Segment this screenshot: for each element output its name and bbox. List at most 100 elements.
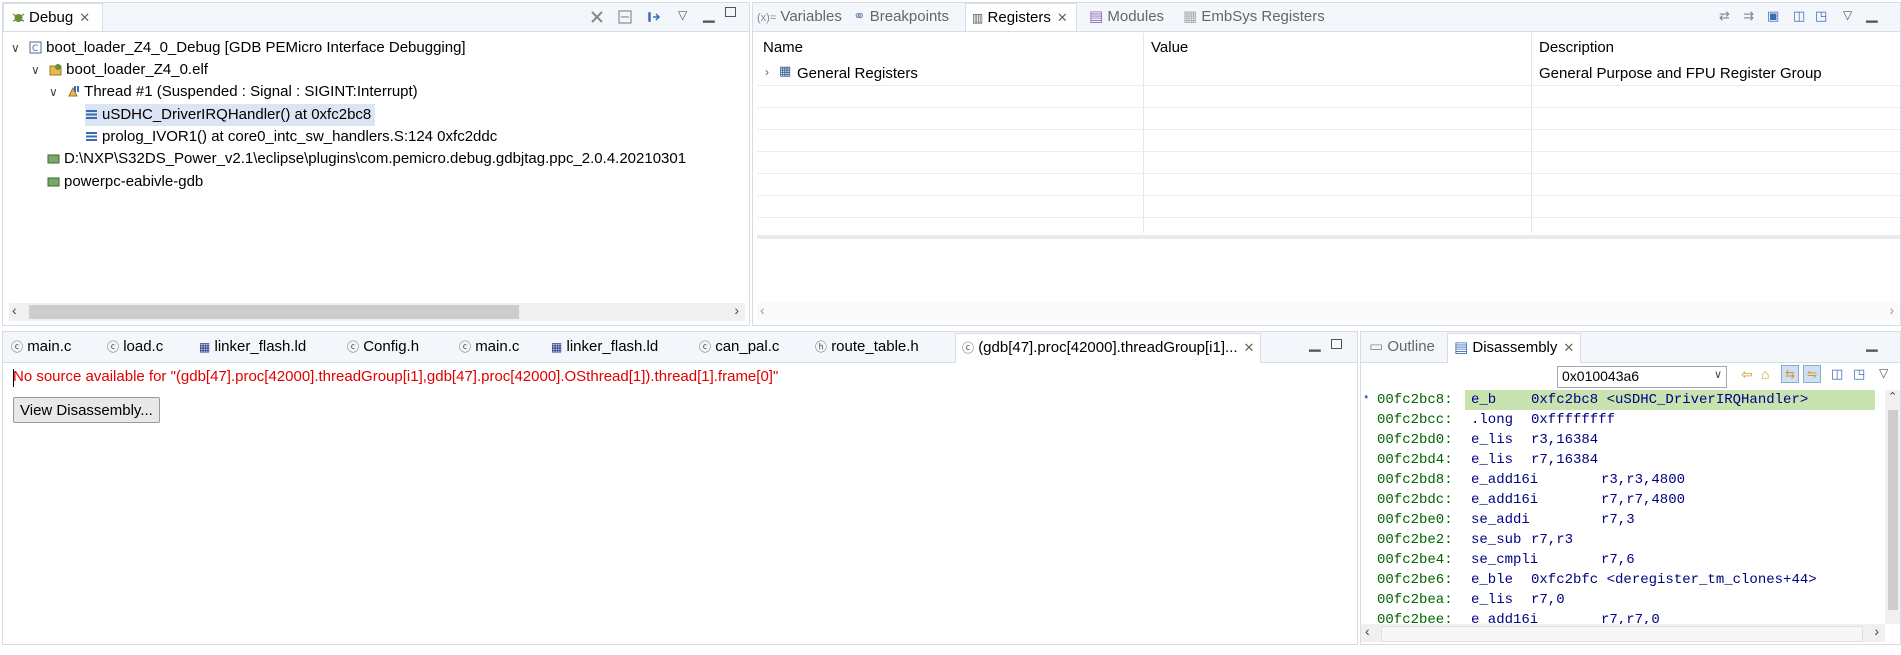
registers-icon: ▥ — [972, 11, 984, 25]
tree-item-gdb[interactable]: powerpc-eabivle-gdb — [47, 171, 203, 193]
instruction-mnemonic: se_addi — [1471, 512, 1530, 528]
column-header-value[interactable]: Value — [1151, 39, 1188, 56]
registers-hscrollbar[interactable]: ‹ › — [757, 302, 1900, 321]
disassembly-icon: ▤ — [1454, 339, 1469, 356]
scroll-right-icon[interactable]: › — [734, 302, 739, 318]
tab-disassembly[interactable]: ▤ Disassembly ✕ — [1447, 333, 1582, 363]
view-menu-icon[interactable]: ▽ — [1879, 366, 1888, 380]
editor-tab[interactable]: ⓒ Config.h — [347, 333, 419, 361]
editor-tab[interactable]: ⓒ main.c — [459, 333, 519, 361]
tree-item-thread[interactable]: ∨ Thread #1 (Suspended : Signal : SIGINT… — [49, 81, 418, 103]
view-menu-icon[interactable]: ▽ — [678, 8, 687, 22]
step-icon[interactable] — [647, 9, 663, 25]
format-icon[interactable]: ⇉ — [1743, 8, 1754, 24]
editor-tab[interactable]: ⓒ load.c — [107, 333, 163, 361]
address-combo[interactable]: 0x010043a6 ∨ — [1557, 366, 1727, 388]
close-icon[interactable]: ✕ — [1563, 340, 1574, 355]
tab-outline[interactable]: ▭ Outline — [1369, 333, 1435, 361]
remove-terminated-icon[interactable] — [589, 9, 605, 25]
scroll-thumb[interactable] — [1888, 410, 1898, 610]
minimize-icon[interactable]: ▁ — [703, 5, 715, 23]
tree-item-label: Thread #1 (Suspended : Signal : SIGINT:I… — [84, 83, 418, 100]
disassembly-row[interactable]: 00fc2bd8: e_add16i r3,r3,4800 — [1361, 470, 1881, 490]
row-divider — [757, 129, 1900, 130]
disassembly-row[interactable]: 00fc2be6: e_ble 0xfc2bfc <deregister_tm_cl… — [1361, 570, 1881, 590]
address-input[interactable]: 0x010043a6 — [1562, 368, 1639, 384]
disassembly-row[interactable]: 00fc2bea: e_lis r7,0 — [1361, 590, 1881, 610]
instruction-operands: r7,3 — [1601, 512, 1635, 528]
disassembly-vscrollbar[interactable]: ⌃ — [1885, 390, 1900, 624]
expand-icon[interactable]: › — [765, 65, 769, 79]
editor-tab[interactable]: ⓒ can_pal.c — [699, 333, 779, 361]
scroll-right-icon[interactable]: › — [1889, 302, 1894, 318]
pin-icon[interactable]: ◫ — [1793, 8, 1805, 24]
editor-tab[interactable]: ⓗ route_table.h — [815, 333, 919, 361]
scroll-left-icon[interactable]: ‹ — [1365, 623, 1370, 639]
close-icon[interactable]: ✕ — [1057, 10, 1068, 25]
new-view-icon[interactable]: ◳ — [1815, 8, 1827, 24]
c-file-icon: ⓒ — [347, 340, 360, 354]
home-icon[interactable]: ⌂ — [1761, 366, 1769, 382]
tree-item-frame-selected[interactable]: uSDHC_DriverIRQHandler() at 0xfc2bc8 — [85, 104, 376, 126]
minimize-icon[interactable]: ▁ — [1866, 5, 1878, 23]
register-name: General Registers — [797, 65, 918, 82]
maximize-icon[interactable] — [725, 7, 736, 17]
collapse-all-icon[interactable]: ▣ — [1767, 8, 1779, 24]
chevron-down-icon[interactable]: ∨ — [1714, 368, 1722, 381]
tree-item-launch[interactable]: ∨ Cboot_loader_Z4_0_Debug [GDB PEMicro I… — [11, 37, 466, 59]
expand-icon[interactable]: ∨ — [31, 59, 45, 81]
editor-tab[interactable]: ▦ linker_flash.ld — [551, 333, 658, 361]
layout-icon[interactable]: ⇄ — [1719, 8, 1730, 24]
link-icon[interactable]: ⇆ — [1781, 365, 1799, 383]
editor-tab[interactable]: ⓒ main.c — [11, 333, 71, 361]
tab-registers[interactable]: ▥ Registers ✕ — [965, 3, 1077, 31]
disassembly-hscrollbar[interactable]: ‹ › — [1361, 623, 1885, 642]
disassembly-row[interactable]: 00fc2bdc: e_add16i r7,r7,4800 — [1361, 490, 1881, 510]
disassembly-row[interactable]: 00fc2bcc: .long 0xffffffff — [1361, 410, 1881, 430]
tab-modules[interactable]: ▤ Modules — [1089, 3, 1164, 31]
tab-embsys-registers[interactable]: ▦ EmbSys Registers — [1183, 3, 1325, 31]
goto-pc-icon[interactable]: ⇦ — [1741, 366, 1753, 383]
tree-item-frame[interactable]: prolog_IVOR1() at core0_intc_sw_handlers… — [85, 126, 497, 148]
editor-tab-active[interactable]: ⓒ (gdb[47].proc[42000].threadGroup[i1]..… — [955, 333, 1262, 363]
expand-icon[interactable]: ∨ — [11, 37, 25, 59]
tab-label: EmbSys Registers — [1201, 8, 1325, 25]
scroll-left-icon[interactable]: ‹ — [760, 302, 765, 318]
details-separator[interactable] — [757, 235, 1900, 239]
debug-hscrollbar[interactable]: ‹ › — [9, 302, 745, 321]
disassembly-row[interactable]: 00fc2bd4: e_lis r7,16384 — [1361, 450, 1881, 470]
editor-tab[interactable]: ▦ linker_flash.ld — [199, 333, 306, 361]
registers-table: Name Value Description › ▦ General Regis… — [757, 33, 1900, 233]
maximize-icon[interactable] — [1331, 339, 1342, 349]
scroll-thumb[interactable] — [29, 305, 519, 319]
disassembly-row[interactable]: 00fc2be4: se_cmpli r7,6 — [1361, 550, 1881, 570]
disassembly-row[interactable]: 00fc2be0: se_addi r7,3 — [1361, 510, 1881, 530]
close-icon[interactable]: ✕ — [79, 10, 90, 25]
disassembly-row[interactable]: 00fc2bd0: e_lis r3,16384 — [1361, 430, 1881, 450]
sync-icon[interactable]: ⇋ — [1803, 365, 1821, 383]
column-header-description[interactable]: Description — [1539, 39, 1614, 56]
tree-item-elf[interactable]: ∨ boot_loader_Z4_0.elf — [31, 59, 208, 81]
disassembly-row[interactable]: 00fc2bee: e_add16i r7,r7,0 — [1361, 610, 1881, 624]
scroll-thumb[interactable] — [1381, 626, 1863, 642]
disassembly-row[interactable]: 00fc2bc8: e_b 0xfc2bc8 <uSDHC_DriverIRQHan… — [1361, 390, 1881, 410]
scroll-right-icon[interactable]: › — [1874, 623, 1879, 639]
pin-icon[interactable]: ◫ — [1831, 366, 1843, 382]
tab-breakpoints[interactable]: ⚭ Breakpoints — [853, 3, 949, 31]
tree-item-gdbjtag[interactable]: D:\NXP\S32DS_Power_v2.1\eclipse\plugins\… — [47, 148, 686, 170]
new-view-icon[interactable]: ◳ — [1853, 366, 1865, 382]
tab-debug[interactable]: Debug ✕ — [3, 3, 103, 31]
view-menu-icon[interactable]: ▽ — [1843, 8, 1852, 22]
scroll-left-icon[interactable]: ‹ — [12, 302, 17, 318]
table-row[interactable]: › ▦ General Registers General Purpose an… — [757, 63, 1900, 85]
disassembly-row[interactable]: 00fc2be2: se_sub r7,r3 — [1361, 530, 1881, 550]
scroll-up-icon[interactable]: ⌃ — [1888, 390, 1897, 403]
expand-icon[interactable]: ∨ — [49, 81, 63, 103]
collapse-icon[interactable] — [617, 9, 633, 25]
close-icon[interactable]: ✕ — [1244, 340, 1255, 355]
minimize-icon[interactable]: ▁ — [1866, 334, 1878, 352]
column-header-name[interactable]: Name — [763, 39, 803, 56]
tab-variables[interactable]: (x)= Variables — [757, 3, 842, 31]
view-disassembly-button[interactable]: View Disassembly... — [13, 397, 160, 423]
minimize-icon[interactable]: ▁ — [1309, 334, 1321, 352]
